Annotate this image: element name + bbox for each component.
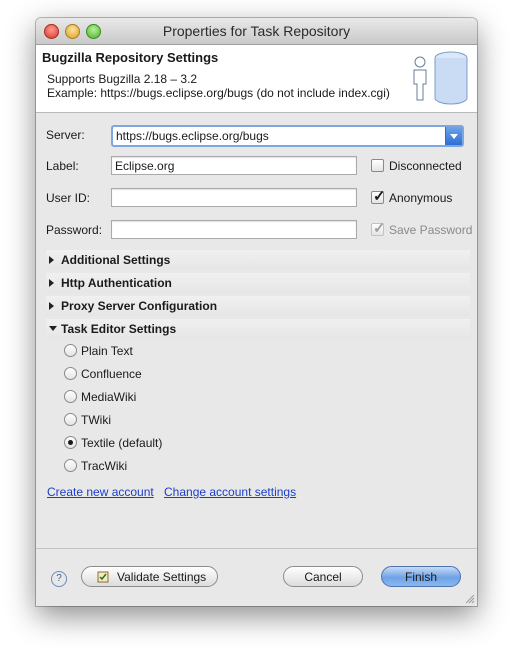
password-label: Password: — [46, 223, 103, 237]
radio-label: TWiki — [81, 413, 111, 427]
validate-settings-label: Validate Settings — [117, 570, 207, 584]
section-http-authentication[interactable]: Http Authentication — [46, 273, 470, 293]
radio-confluence[interactable] — [64, 367, 77, 380]
section-label: Additional Settings — [61, 253, 171, 267]
section-label: Task Editor Settings — [61, 322, 177, 336]
window-title: Properties for Task Repository — [162, 23, 351, 39]
header-supported-versions: Supports Bugzilla 2.18 – 3.2 — [47, 72, 198, 86]
title-bar[interactable]: Properties for Task Repository — [36, 18, 477, 45]
section-label: Http Authentication — [61, 276, 172, 290]
disclosure-triangle-icon[interactable] — [49, 256, 54, 264]
section-additional-settings[interactable]: Additional Settings — [46, 250, 470, 270]
checkmark-icon: ✓ — [373, 188, 386, 205]
help-icon[interactable]: ? — [51, 571, 67, 587]
server-label: Server: — [46, 128, 85, 142]
radio-label: Plain Text — [81, 344, 133, 358]
radio-label: TracWiki — [81, 459, 128, 473]
label-label: Label: — [46, 159, 79, 173]
radio-tracwiki[interactable] — [64, 459, 77, 472]
save-password-label: Save Password — [389, 223, 473, 237]
userid-input[interactable] — [111, 188, 357, 207]
radio-textile[interactable] — [64, 436, 77, 449]
save-password-checkbox: ✓ — [371, 220, 386, 237]
password-input[interactable] — [111, 220, 357, 239]
section-label: Proxy Server Configuration — [61, 299, 218, 313]
disconnected-label: Disconnected — [389, 159, 462, 173]
create-account-link[interactable]: Create new account — [47, 485, 154, 499]
disclosure-triangle-icon[interactable] — [49, 302, 54, 310]
anonymous-label: Anonymous — [389, 191, 453, 205]
footer-divider — [36, 548, 477, 549]
repository-icon — [413, 51, 468, 105]
checkmark-icon: ✓ — [373, 220, 386, 237]
radio-label: Confluence — [81, 367, 142, 381]
radio-twiki[interactable] — [64, 413, 77, 426]
cancel-button[interactable]: Cancel — [283, 566, 363, 587]
change-account-settings-link[interactable]: Change account settings — [164, 485, 296, 499]
userid-label: User ID: — [46, 191, 91, 205]
validate-icon — [97, 571, 109, 583]
anonymous-checkbox[interactable]: ✓ — [371, 188, 386, 205]
settings-header: Bugzilla Repository Settings Supports Bu… — [36, 45, 477, 113]
radio-plain-text[interactable] — [64, 344, 77, 357]
resize-grip-icon[interactable] — [465, 594, 475, 604]
chevron-down-icon[interactable] — [445, 127, 462, 145]
disconnected-checkbox[interactable] — [371, 159, 384, 172]
disclosure-triangle-icon[interactable] — [49, 279, 54, 287]
disclosure-triangle-icon[interactable] — [49, 326, 57, 331]
validate-settings-button[interactable]: Validate Settings — [81, 566, 218, 587]
header-title: Bugzilla Repository Settings — [42, 50, 219, 65]
server-combobox[interactable]: https://bugs.eclipse.org/bugs — [111, 125, 464, 147]
properties-dialog: Properties for Task Repository Bugzilla … — [36, 18, 477, 606]
header-example: Example: https://bugs.eclipse.org/bugs (… — [47, 86, 390, 100]
server-input[interactable]: https://bugs.eclipse.org/bugs — [116, 129, 269, 143]
label-input[interactable]: Eclipse.org — [111, 156, 357, 175]
section-task-editor-settings[interactable]: Task Editor Settings — [46, 319, 470, 339]
radio-label: MediaWiki — [81, 390, 137, 404]
radio-label: Textile (default) — [81, 436, 163, 450]
section-proxy-server[interactable]: Proxy Server Configuration — [46, 296, 470, 316]
radio-selected-dot — [68, 440, 73, 445]
finish-button[interactable]: Finish — [381, 566, 461, 587]
radio-mediawiki[interactable] — [64, 390, 77, 403]
